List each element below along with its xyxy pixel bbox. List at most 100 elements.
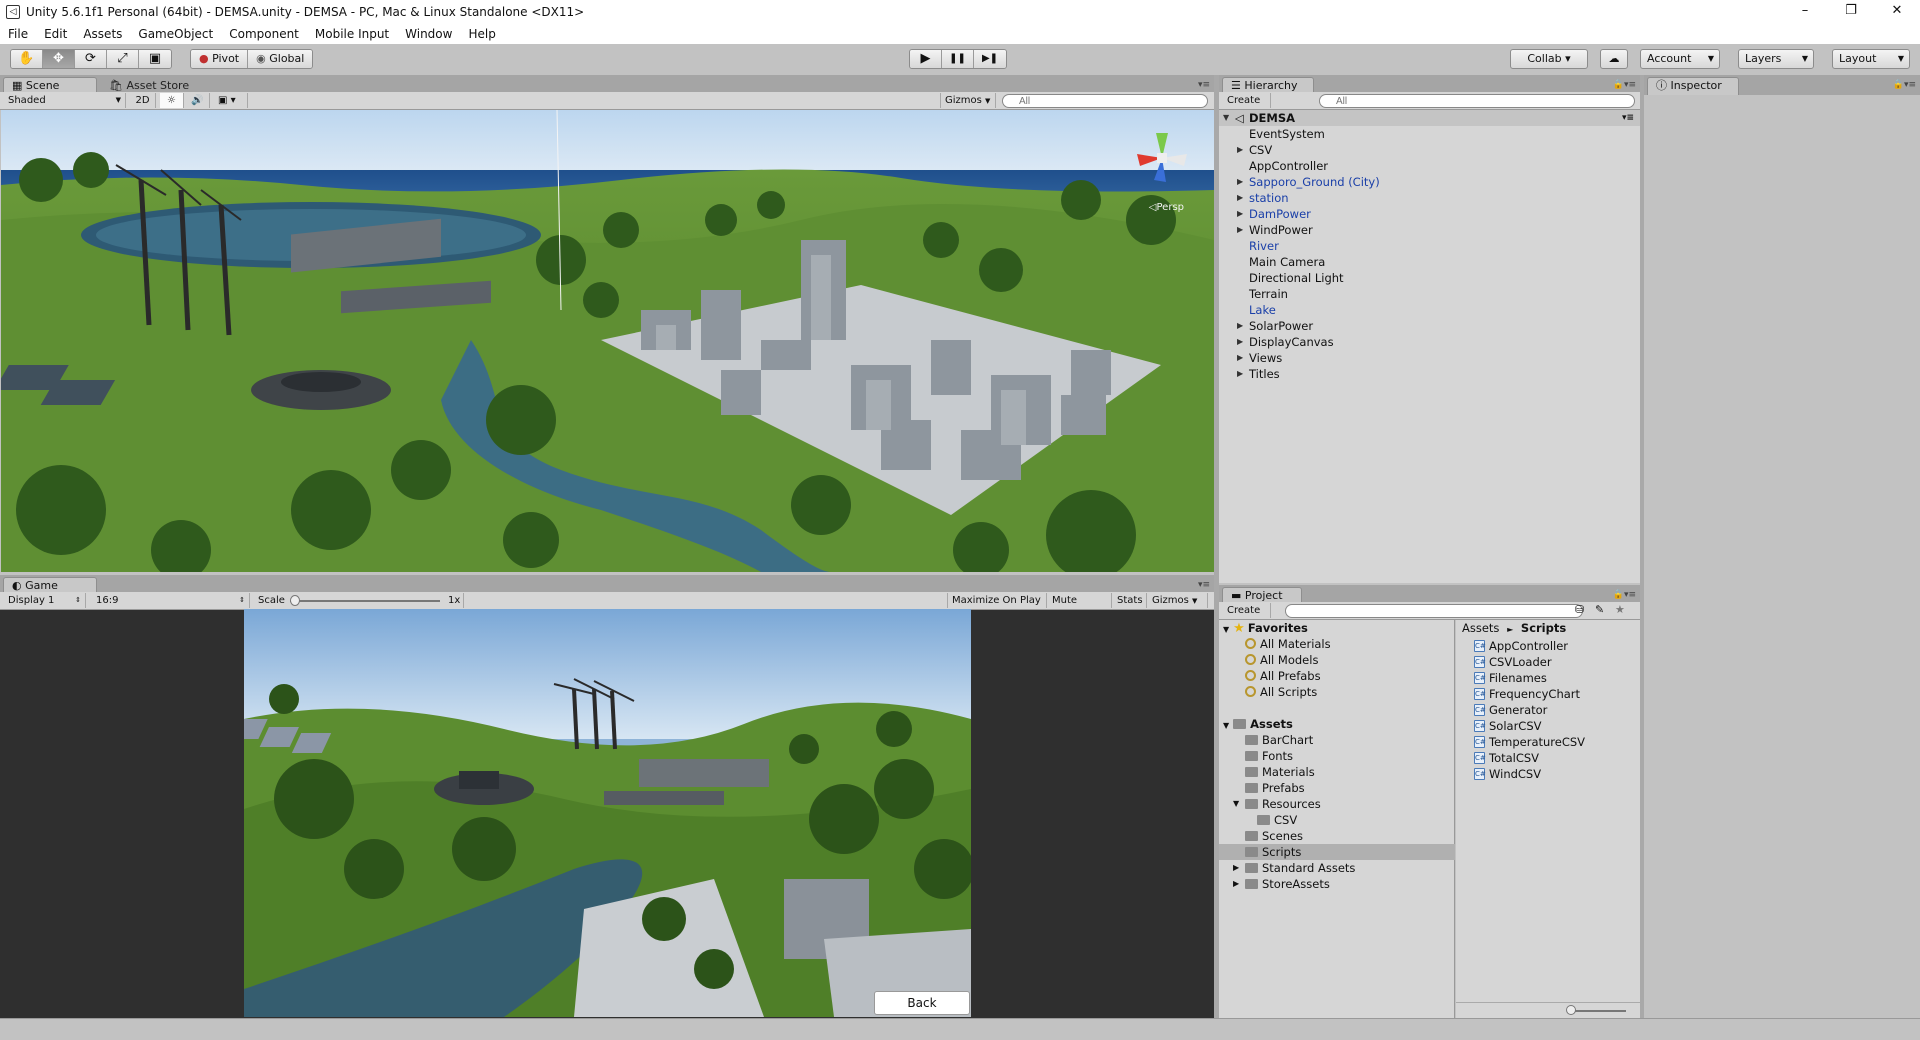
back-button[interactable]: Back [874,991,970,1015]
favorite-item[interactable]: All Models [1245,652,1318,668]
rotate-tool-icon[interactable]: ⟳ [75,50,107,68]
hierarchy-item[interactable]: River [1219,238,1640,254]
hierarchy-item[interactable]: Terrain [1219,286,1640,302]
favorite-item[interactable]: All Scripts [1245,684,1317,700]
2d-toggle-button[interactable]: 2D [130,93,156,108]
expand-arrow-icon[interactable]: ▶ [1233,860,1239,876]
menu-file[interactable]: File [0,27,36,41]
folder-item[interactable]: Materials [1219,764,1455,780]
folder-item[interactable]: ▶ Standard Assets [1219,860,1455,876]
script-file-item[interactable]: C# TemperatureCSV [1474,734,1585,750]
expand-arrow-icon[interactable]: ▶ [1237,142,1243,158]
folder-item[interactable]: Scripts [1219,844,1455,860]
folder-item[interactable]: ▼ Resources [1219,796,1455,812]
script-file-item[interactable]: C# WindCSV [1474,766,1541,782]
collab-button[interactable]: Collab ▾ [1510,49,1588,69]
game-gizmos-dropdown[interactable]: Gizmos ▼ [1148,593,1208,608]
script-file-item[interactable]: C# Filenames [1474,670,1547,686]
hierarchy-item[interactable]: AppController [1219,158,1640,174]
script-file-item[interactable]: C# FrequencyChart [1474,686,1580,702]
script-file-item[interactable]: C# Generator [1474,702,1547,718]
favorite-item[interactable]: All Prefabs [1245,668,1321,684]
layers-dropdown[interactable]: Layers ▼ [1738,49,1814,69]
scene-search-input[interactable] [1002,94,1208,108]
global-button[interactable]: ◉ Global [248,50,313,68]
close-button[interactable]: ✕ [1874,0,1920,24]
play-button[interactable]: ▶ [910,50,942,68]
menu-mobile-input[interactable]: Mobile Input [307,27,397,41]
script-file-item[interactable]: C# CSVLoader [1474,654,1552,670]
hierarchy-item[interactable]: ▶ DisplayCanvas [1219,334,1640,350]
scale-slider-track[interactable] [290,600,440,602]
panel-menu-icon[interactable]: 🔒▾≡ [1613,80,1636,90]
scene-gizmos-dropdown[interactable]: Gizmos ▼ [940,93,996,108]
menu-help[interactable]: Help [460,27,503,41]
shading-mode-dropdown[interactable]: Shaded ▼ [4,93,126,108]
layout-dropdown[interactable]: Layout ▼ [1832,49,1910,69]
breadcrumb-assets[interactable]: Assets [1462,621,1499,635]
stats-toggle[interactable]: Stats [1113,593,1147,608]
expand-arrow-icon[interactable]: ▶ [1233,876,1239,892]
favorite-item[interactable]: All Materials [1245,636,1331,652]
expand-arrow-icon[interactable]: ▶ [1237,334,1243,350]
mute-audio-toggle[interactable]: Mute Audio [1048,593,1112,621]
folder-item[interactable]: CSV [1219,812,1455,828]
hierarchy-item[interactable]: ▶ Titles [1219,366,1640,382]
script-file-item[interactable]: C# SolarCSV [1474,718,1542,734]
panel-menu-icon[interactable]: ▾≡ [1198,80,1210,90]
hierarchy-item[interactable]: ▶ Views [1219,350,1640,366]
lighting-toggle-icon[interactable]: ☼ [160,93,184,108]
step-button[interactable]: ▶❚ [974,50,1006,68]
audio-toggle-icon[interactable]: 🔊 [186,93,210,108]
folder-item[interactable]: Prefabs [1219,780,1455,796]
panel-menu-icon[interactable]: 🔒▾≡ [1893,80,1916,90]
hierarchy-item[interactable]: ▶ Sapporo_Ground (City) [1219,174,1640,190]
hierarchy-item[interactable]: ▶ WindPower [1219,222,1640,238]
scale-slider-thumb[interactable] [290,595,300,606]
folder-item[interactable]: Scenes [1219,828,1455,844]
expand-arrow-icon[interactable]: ▼ [1233,796,1239,812]
favorite-star-icon[interactable]: ★ [1615,603,1625,616]
expand-arrow-icon[interactable]: ▶ [1237,318,1243,334]
menu-assets[interactable]: Assets [75,27,130,41]
hierarchy-item[interactable]: ▶ station [1219,190,1640,206]
menu-gameobject[interactable]: GameObject [130,27,221,41]
tab-inspector[interactable]: ⓘ Inspector [1647,77,1739,95]
expand-arrow-icon[interactable]: ▶ [1237,206,1243,222]
expand-arrow-icon[interactable]: ▶ [1237,222,1243,238]
scene-menu-icon[interactable]: ▾≡ [1622,110,1634,126]
cloud-button[interactable]: ☁ [1600,49,1628,69]
aspect-dropdown[interactable]: 16:9 ⇕ [92,593,250,608]
expand-arrow-icon[interactable]: ▶ [1237,350,1243,366]
expand-arrow-icon[interactable]: ▶ [1237,366,1243,382]
scene-root-row[interactable]: ▼ ◁ DEMSA ▾≡ [1219,110,1640,126]
hierarchy-item[interactable]: EventSystem [1219,126,1640,142]
vertical-splitter[interactable] [1214,75,1219,1018]
scene-gizmo[interactable] [1132,128,1192,188]
effects-dropdown-icon[interactable]: ▣ ▾ [214,93,248,108]
favorites-row[interactable]: ▼ ★ Favorites [1219,620,1308,636]
folder-item[interactable]: Fonts [1219,748,1455,764]
hierarchy-item[interactable]: ▶ SolarPower [1219,318,1640,334]
hierarchy-search-input[interactable] [1319,94,1635,108]
hierarchy-item[interactable]: ▶ DamPower [1219,206,1640,222]
menu-component[interactable]: Component [221,27,307,41]
folder-item[interactable]: ▶ StoreAssets [1219,876,1455,892]
icon-size-slider-thumb[interactable] [1566,1005,1576,1015]
hand-tool-icon[interactable]: ✋ [11,50,43,68]
assets-root-row[interactable]: ▼ Assets [1219,716,1293,732]
panel-menu-icon[interactable]: ▾≡ [1198,580,1210,590]
filter-by-label-icon[interactable]: ✎ [1595,603,1604,616]
hierarchy-item[interactable]: ▶ CSV [1219,142,1640,158]
maximize-button[interactable]: ❐ [1828,0,1874,24]
menu-window[interactable]: Window [397,27,460,41]
game-viewport[interactable]: Back [244,609,971,1017]
expand-arrow-icon[interactable]: ▶ [1237,190,1243,206]
project-create-dropdown[interactable]: Create ▼ [1223,603,1271,630]
pause-button[interactable]: ❚❚ [942,50,974,68]
breadcrumb-scripts[interactable]: Scripts [1521,621,1566,635]
script-file-item[interactable]: C# AppController [1474,638,1568,654]
persp-label[interactable]: ◁Persp [1149,202,1184,213]
panel-menu-icon[interactable]: 🔒▾≡ [1613,590,1636,600]
display-dropdown[interactable]: Display 1 ⇕ [4,593,86,608]
